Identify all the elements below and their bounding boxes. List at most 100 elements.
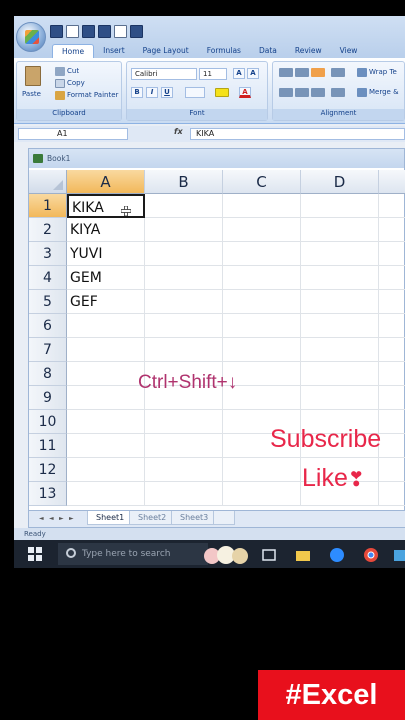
last-sheet-icon[interactable]: ► — [69, 515, 74, 522]
preview-icon[interactable] — [98, 25, 111, 38]
formula-input[interactable]: KIKA — [190, 128, 405, 140]
column-header-a[interactable]: A — [67, 170, 145, 194]
font-size-select[interactable]: 11 — [199, 68, 227, 80]
cell-e4[interactable] — [379, 266, 405, 290]
sheet-tab-3[interactable]: Sheet3 — [171, 511, 218, 525]
cell-a7[interactable] — [67, 338, 145, 362]
sheet-tab-2[interactable]: Sheet2 — [129, 511, 176, 525]
next-sheet-icon[interactable]: ► — [59, 515, 64, 522]
cell-a9[interactable] — [67, 386, 145, 410]
cell-c7[interactable] — [223, 338, 301, 362]
windows-start-icon[interactable] — [28, 547, 42, 561]
align-middle-icon[interactable] — [295, 68, 309, 77]
cell-e11[interactable] — [379, 434, 405, 458]
cell-e13[interactable] — [379, 482, 405, 506]
redo-icon[interactable] — [114, 25, 127, 38]
cell-c1[interactable] — [223, 194, 301, 218]
column-header-d[interactable]: D — [301, 170, 379, 194]
cell-c13[interactable] — [223, 482, 301, 506]
cell-c12[interactable] — [223, 458, 301, 482]
orientation-icon[interactable] — [331, 68, 345, 77]
tab-data[interactable]: Data — [250, 44, 286, 58]
cell-b3[interactable] — [145, 242, 223, 266]
cell-a3[interactable]: YUVI — [67, 242, 145, 266]
cell-b2[interactable] — [145, 218, 223, 242]
cell-b5[interactable] — [145, 290, 223, 314]
cell-e6[interactable] — [379, 314, 405, 338]
cell-a10[interactable] — [67, 410, 145, 434]
cell-e10[interactable] — [379, 410, 405, 434]
wrap-text-button[interactable]: Wrap Te — [369, 68, 397, 76]
cell-d9[interactable] — [301, 386, 379, 410]
first-sheet-icon[interactable]: ◄ — [39, 515, 44, 522]
cell-b7[interactable] — [145, 338, 223, 362]
cell-a4[interactable]: GEM — [67, 266, 145, 290]
row-header-2[interactable]: 2 — [29, 218, 67, 242]
font-color-button[interactable]: A — [239, 87, 251, 98]
row-header-4[interactable]: 4 — [29, 266, 67, 290]
prev-sheet-icon[interactable]: ◄ — [49, 515, 54, 522]
row-header-5[interactable]: 5 — [29, 290, 67, 314]
cell-e7[interactable] — [379, 338, 405, 362]
cell-c2[interactable] — [223, 218, 301, 242]
row-header-11[interactable]: 11 — [29, 434, 67, 458]
row-header-3[interactable]: 3 — [29, 242, 67, 266]
align-right-icon[interactable] — [311, 88, 325, 97]
select-all-corner[interactable] — [29, 170, 67, 194]
cell-a13[interactable] — [67, 482, 145, 506]
row-header-7[interactable]: 7 — [29, 338, 67, 362]
tab-review[interactable]: Review — [286, 44, 331, 58]
save-icon[interactable] — [50, 25, 63, 38]
cell-c5[interactable] — [223, 290, 301, 314]
row-header-12[interactable]: 12 — [29, 458, 67, 482]
row-header-13[interactable]: 13 — [29, 482, 67, 506]
cell-d7[interactable] — [301, 338, 379, 362]
macro-icon[interactable] — [130, 25, 143, 38]
cut-button[interactable]: Cut — [67, 67, 79, 75]
align-top-icon[interactable] — [279, 68, 293, 77]
name-box[interactable]: A1 — [18, 128, 128, 140]
copy-button[interactable]: Copy — [67, 79, 85, 87]
cell-c3[interactable] — [223, 242, 301, 266]
cell-e5[interactable] — [379, 290, 405, 314]
row-header-6[interactable]: 6 — [29, 314, 67, 338]
office-button[interactable] — [16, 22, 46, 52]
cell-a8[interactable] — [67, 362, 145, 386]
align-center-icon[interactable] — [295, 88, 309, 97]
cell-e3[interactable] — [379, 242, 405, 266]
cell-b1[interactable] — [145, 194, 223, 218]
row-header-10[interactable]: 10 — [29, 410, 67, 434]
cell-b4[interactable] — [145, 266, 223, 290]
cell-a1[interactable]: KIKA — [67, 194, 145, 218]
cell-b11[interactable] — [145, 434, 223, 458]
row-header-1[interactable]: 1 — [29, 194, 67, 218]
cell-b6[interactable] — [145, 314, 223, 338]
undo-icon[interactable] — [66, 25, 79, 38]
tab-page-layout[interactable]: Page Layout — [134, 44, 198, 58]
cell-e2[interactable] — [379, 218, 405, 242]
cell-d3[interactable] — [301, 242, 379, 266]
cell-d5[interactable] — [301, 290, 379, 314]
tab-insert[interactable]: Insert — [94, 44, 134, 58]
tab-formulas[interactable]: Formulas — [198, 44, 250, 58]
merge-button[interactable]: Merge & — [369, 88, 399, 96]
cell-b10[interactable] — [145, 410, 223, 434]
cell-a12[interactable] — [67, 458, 145, 482]
cell-a5[interactable]: GEF — [67, 290, 145, 314]
sheet-tab-1[interactable]: Sheet1 — [87, 511, 134, 525]
task-view-icon[interactable] — [262, 547, 276, 561]
font-name-select[interactable]: Calibri — [131, 68, 197, 80]
fx-icon[interactable]: fx — [174, 127, 183, 136]
worksheet-grid[interactable]: A B C D 1 KIKA 2 KIYA 3 YUVI 4 GEM 5 GEF 6 7 8 9 10 11 12 13 — [29, 170, 405, 510]
cell-d8[interactable] — [301, 362, 379, 386]
cell-c4[interactable] — [223, 266, 301, 290]
cell-a2[interactable]: KIYA — [67, 218, 145, 242]
cell-e1[interactable] — [379, 194, 405, 218]
bold-button[interactable]: B — [131, 87, 143, 98]
cell-a6[interactable] — [67, 314, 145, 338]
cell-a11[interactable] — [67, 434, 145, 458]
format-painter-button[interactable]: Format Painter — [67, 91, 118, 99]
cell-e9[interactable] — [379, 386, 405, 410]
store-icon[interactable] — [394, 547, 405, 561]
cell-d2[interactable] — [301, 218, 379, 242]
